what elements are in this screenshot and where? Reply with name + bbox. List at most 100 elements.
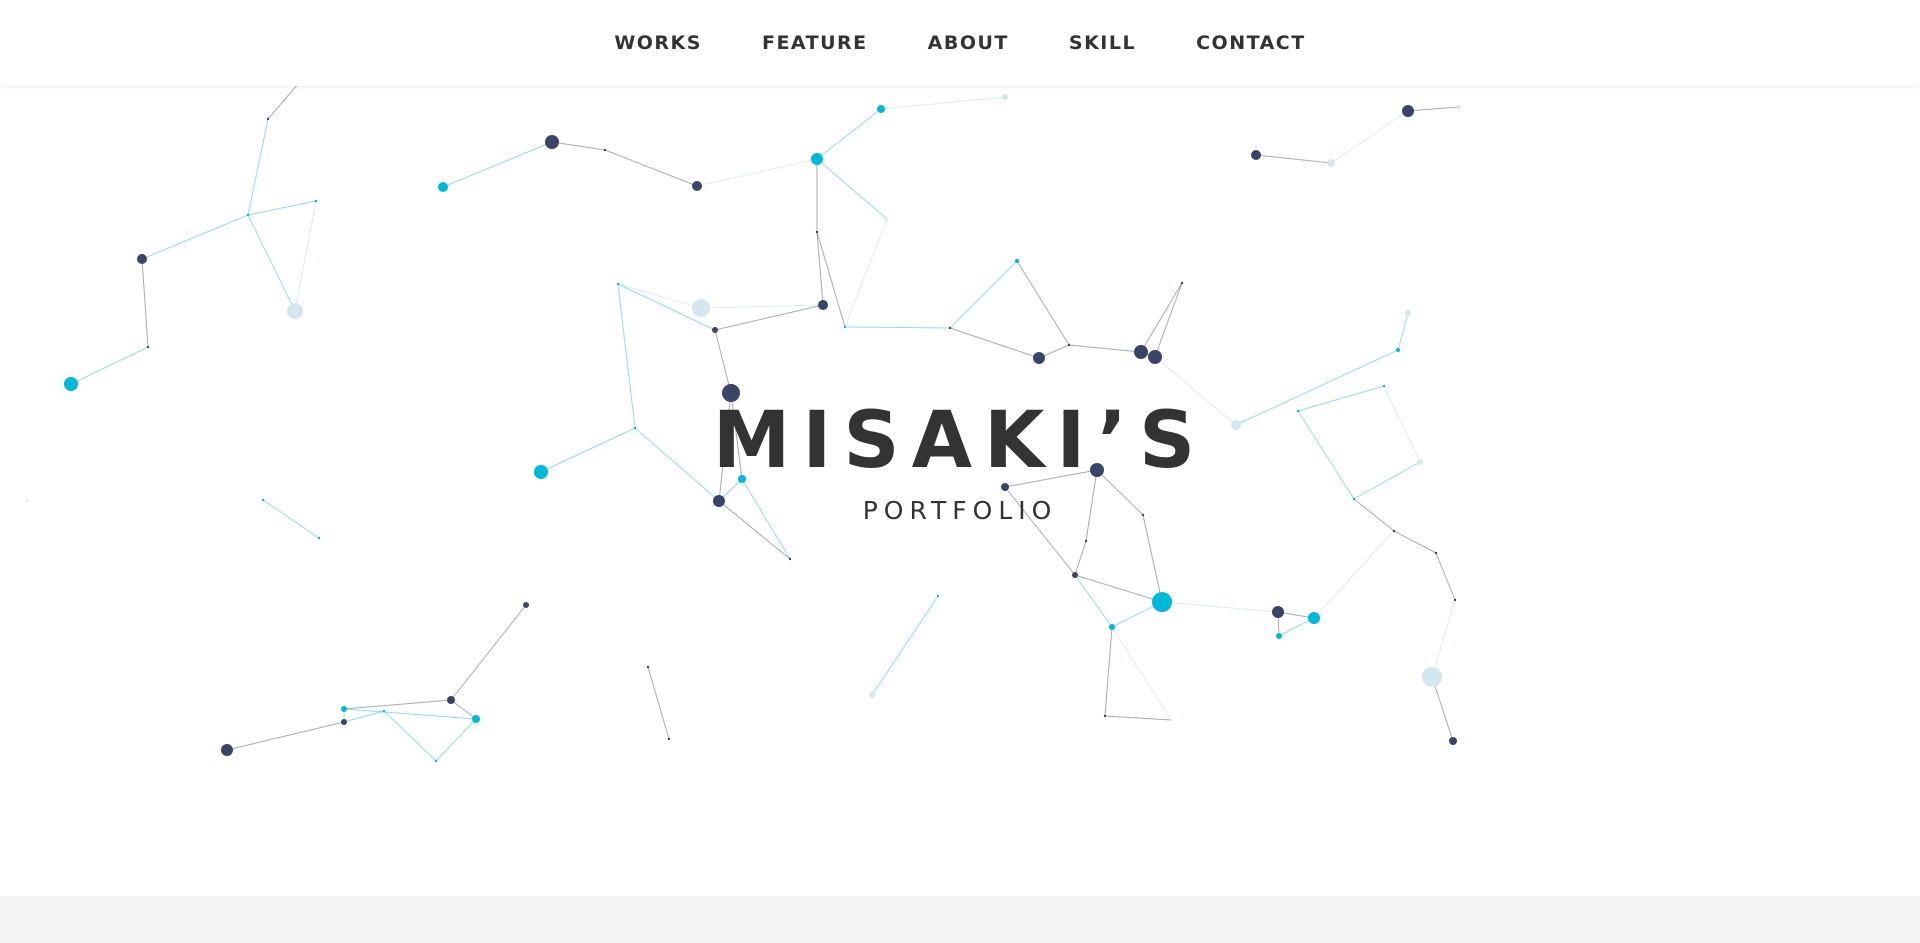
network-link <box>1140 282 1183 353</box>
network-node <box>246 213 250 217</box>
network-link <box>343 699 452 710</box>
network-link <box>1154 282 1183 358</box>
network-node <box>1109 624 1115 630</box>
network-node <box>646 665 650 669</box>
network-link <box>714 329 732 394</box>
nav-link-works[interactable]: WORKS <box>614 32 702 54</box>
network-node <box>287 303 303 319</box>
nav-menu: WORKS FEATURE ABOUT SKILL CONTACT <box>584 32 1335 54</box>
nav-link-feature[interactable]: FEATURE <box>762 32 868 54</box>
network-node <box>692 299 710 317</box>
network-link <box>647 666 670 740</box>
network-link <box>1255 154 1332 164</box>
network-link <box>551 141 606 151</box>
network-node <box>438 182 448 192</box>
network-node <box>447 696 455 704</box>
network-node <box>1033 352 1045 364</box>
network-node <box>936 594 940 598</box>
network-node <box>877 105 885 113</box>
network-link <box>247 200 317 216</box>
network-link <box>1016 260 1070 346</box>
network-link <box>1435 552 1456 601</box>
network-node <box>1327 159 1335 167</box>
network-link <box>617 283 702 309</box>
network-node <box>341 719 347 725</box>
network-link <box>700 304 824 309</box>
network-node <box>1169 718 1173 722</box>
network-node <box>221 744 233 756</box>
network-link <box>1161 601 1279 613</box>
network-link <box>141 258 149 348</box>
network-link <box>1330 110 1409 164</box>
network-node <box>1457 105 1461 109</box>
network-node <box>1015 259 1019 263</box>
network-node <box>1405 310 1411 316</box>
network-node <box>1449 737 1457 745</box>
network-link <box>70 346 149 385</box>
network-node <box>523 602 529 608</box>
nav-link-contact[interactable]: CONTACT <box>1196 32 1306 54</box>
network-node <box>472 715 480 723</box>
network-link <box>1313 530 1395 619</box>
network-link <box>141 214 249 260</box>
network-link <box>1068 344 1142 353</box>
network-node <box>692 181 702 191</box>
network-node <box>885 217 889 221</box>
network-link <box>714 304 824 331</box>
network-link <box>294 200 317 312</box>
network-node <box>1002 94 1008 100</box>
network-node <box>616 282 620 286</box>
network-link <box>604 149 698 187</box>
network-node <box>603 148 607 152</box>
network-node <box>1152 592 1172 612</box>
network-link <box>844 326 951 329</box>
network-link <box>949 260 1018 329</box>
network-node <box>869 692 875 698</box>
network-node <box>1392 529 1396 533</box>
network-link <box>1104 626 1113 717</box>
nav-link-about[interactable]: ABOUT <box>928 32 1009 54</box>
network-node <box>137 254 147 264</box>
nav-link-skill[interactable]: SKILL <box>1069 32 1136 54</box>
network-link <box>1407 106 1460 112</box>
network-link <box>1104 715 1172 721</box>
network-link <box>1074 540 1087 576</box>
network-node <box>146 345 150 349</box>
network-link <box>1074 574 1163 603</box>
network-node <box>1084 539 1088 543</box>
network-node <box>712 327 718 333</box>
network-node <box>434 759 438 763</box>
network-node <box>1402 105 1414 117</box>
network-node <box>1067 343 1071 347</box>
network-node <box>788 557 792 561</box>
network-node <box>1103 714 1107 718</box>
network-link <box>1397 312 1409 351</box>
network-node <box>1308 612 1320 624</box>
network-node <box>1453 598 1457 602</box>
network-node <box>1272 606 1284 618</box>
network-node <box>1382 384 1386 388</box>
hero-title: MISAKI’S <box>712 396 1208 486</box>
network-link <box>383 710 437 762</box>
network-node <box>1434 551 1438 555</box>
network-node <box>314 199 318 203</box>
network-node <box>64 377 78 391</box>
network-link <box>816 158 888 220</box>
network-link <box>343 710 385 723</box>
network-link <box>247 118 269 216</box>
network-node <box>545 135 559 149</box>
network-link <box>1431 676 1454 742</box>
network-link <box>450 699 477 720</box>
network-node <box>815 230 819 234</box>
network-link <box>871 595 939 696</box>
network-link <box>442 141 553 188</box>
hero-subtitle: PORTFOLIO <box>862 496 1058 525</box>
network-link <box>450 604 527 701</box>
network-link <box>1142 514 1163 603</box>
top-navbar: WORKS FEATURE ABOUT SKILL CONTACT <box>0 0 1920 86</box>
network-node <box>1251 150 1261 160</box>
network-node <box>341 706 347 712</box>
network-node <box>1072 572 1078 578</box>
network-node <box>948 326 952 330</box>
network-node <box>1396 348 1400 352</box>
